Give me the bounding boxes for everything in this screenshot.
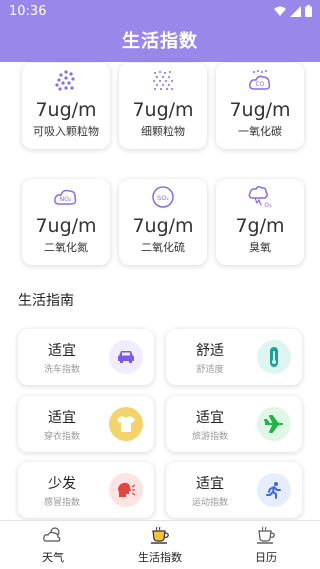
aq-value: 7ug/m — [132, 215, 194, 237]
so2-icon-text: SO₂ — [157, 194, 169, 202]
nav-label: 天气 — [42, 551, 64, 564]
guide-card-cold[interactable]: 少发 感冒指数 — [18, 462, 154, 518]
guide-card-sport[interactable]: 适宜 运动指数 — [166, 462, 302, 518]
signal-icon — [290, 5, 301, 17]
pm10-dots-icon — [55, 70, 75, 91]
nav-item-weather[interactable]: 天气 — [0, 521, 106, 569]
section-title: 生活指南 — [18, 293, 74, 309]
nav-label: 生活指数 — [138, 551, 182, 564]
o3-icon: O₃ — [248, 185, 272, 209]
aq-value: 7ug/m — [132, 99, 194, 121]
guide-label: 旅游指数 — [191, 432, 228, 442]
aq-card-no2[interactable]: NO₂ 7ug/m 二氧化氮 — [22, 179, 110, 265]
aq-name: 细颗粒物 — [141, 125, 185, 138]
nav-label: 日历 — [255, 551, 277, 564]
running-icon — [257, 473, 291, 507]
calendar-cup-icon — [257, 526, 275, 544]
shirt-icon — [109, 407, 143, 441]
co-cloud-icon: CO — [249, 70, 271, 90]
wifi-icon — [274, 6, 286, 16]
guide-card-car-wash[interactable]: 适宜 洗车指数 — [18, 329, 154, 385]
aq-value: 7ug/m — [35, 215, 97, 237]
aq-card-o3[interactable]: O₃ 7g/m 臭氧 — [216, 179, 304, 265]
guide-label: 洗车指数 — [43, 365, 80, 375]
aq-name: 二氧化硫 — [141, 241, 185, 254]
co-icon-text: CO — [256, 81, 265, 88]
page-title: 生活指数 — [122, 31, 198, 52]
sneeze-icon — [109, 473, 143, 507]
no2-icon-text: NO₂ — [60, 196, 72, 203]
guide-card-comfort[interactable]: 舒适 舒适度 — [166, 329, 302, 385]
battery-icon — [305, 5, 312, 17]
thermometer-icon — [257, 340, 291, 374]
aq-value: 7ug/m — [229, 99, 291, 121]
nav-item-calendar[interactable]: 日历 — [213, 521, 319, 569]
aq-card-pm25[interactable]: 7ug/m 细颗粒物 — [119, 63, 207, 149]
coffee-cup-icon — [151, 526, 169, 544]
so2-circle-icon: SO₂ — [152, 186, 174, 208]
guide-status: 适宜 — [48, 343, 76, 359]
aq-name: 二氧化氮 — [44, 241, 88, 254]
aq-card-so2[interactable]: SO₂ 7ug/m 二氧化硫 — [119, 179, 207, 265]
app-bar: 生活指数 — [0, 22, 320, 62]
status-time: 10:36 — [9, 4, 47, 19]
nav-item-life-index[interactable]: 生活指数 — [107, 521, 213, 569]
guide-status: 适宜 — [196, 476, 224, 492]
pm25-dots-icon — [153, 71, 173, 90]
guide-status: 适宜 — [48, 410, 76, 426]
status-bar: 10:36 — [0, 0, 320, 22]
aq-value: 7ug/m — [35, 99, 97, 121]
guide-card-travel[interactable]: 适宜 旅游指数 — [166, 396, 302, 452]
guide-label: 舒适度 — [196, 365, 224, 375]
guide-card-dressing[interactable]: 适宜 穿衣指数 — [18, 396, 154, 452]
guide-status: 舒适 — [196, 343, 224, 359]
aq-name: 可吸入颗粒物 — [33, 125, 99, 138]
no2-cloud-icon: NO₂ — [54, 189, 77, 205]
status-icons — [274, 5, 312, 17]
aq-name: 一氧化碳 — [238, 125, 282, 138]
car-icon — [109, 340, 143, 374]
weather-icon — [43, 527, 61, 542]
aq-value: 7g/m — [235, 215, 285, 237]
bottom-nav: 天气 生活指数 日历 — [0, 520, 320, 569]
airplane-icon — [257, 407, 291, 441]
guide-label: 运动指数 — [191, 498, 228, 508]
o3-icon-text: O₃ — [264, 202, 272, 209]
guide-status: 少发 — [48, 476, 76, 492]
guide-label: 感冒指数 — [43, 498, 80, 508]
aq-card-pm10[interactable]: 7ug/m 可吸入颗粒物 — [22, 63, 110, 149]
aq-name: 臭氧 — [249, 241, 271, 254]
aq-card-co[interactable]: CO 7ug/m 一氧化碳 — [216, 63, 304, 149]
guide-label: 穿衣指数 — [43, 432, 80, 442]
guide-status: 适宜 — [196, 410, 224, 426]
